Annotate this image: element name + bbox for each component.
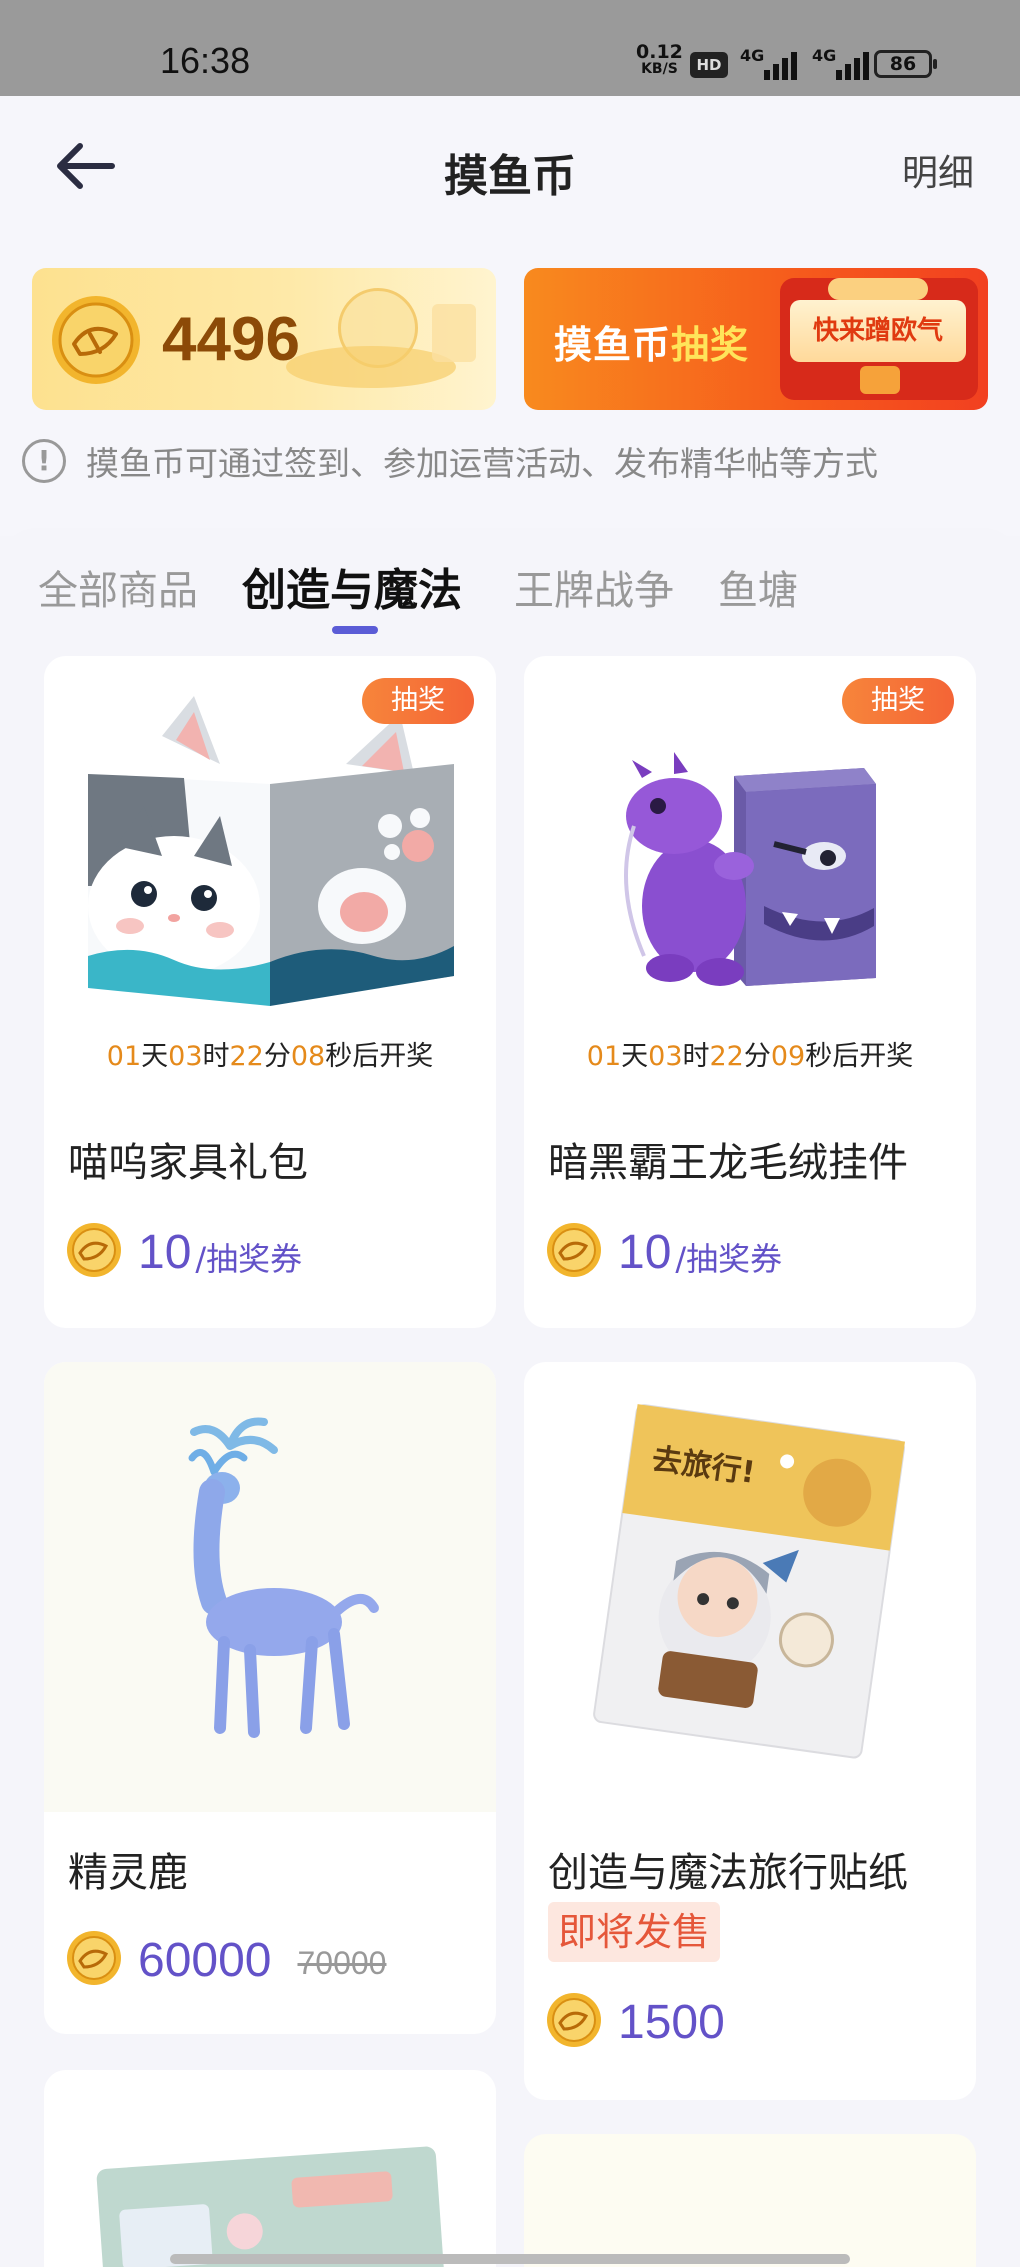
net-speed-value: 0.12 [636,41,683,63]
notice-bar: ! 摸鱼币可通过签到、参加运营活动、发布精华帖等方式 [22,436,878,486]
countdown-days: 01 [586,1041,622,1072]
product-price: 10 /抽奖券 [66,1222,302,1282]
product-price: 60000 70000 [66,1930,386,1990]
lottery-badge: 抽奖 [842,678,954,724]
countdown-suffix: 秒后开奖 [805,1041,914,1072]
countdown-hours: 03 [648,1041,683,1072]
tab-ace-war[interactable]: 王牌战争 [514,558,674,616]
countdown-days-unit: 天 [621,1041,649,1072]
tab-creation-magic[interactable]: 创造与魔法 [242,554,462,618]
lottery-banner-text: 摸鱼币抽奖 [554,314,749,369]
decoration [432,304,476,362]
product-image-partial [44,2070,496,2267]
lottery-text-highlight: 抽奖 [671,323,750,367]
countdown-hours-unit: 时 [682,1041,710,1072]
detail-link[interactable]: 明细 [902,144,974,196]
countdown-hours: 03 [168,1041,203,1072]
price-amount: 60000 [138,1933,272,1987]
price-unit: /抽奖券 [195,1240,303,1278]
price-unit: /抽奖券 [675,1240,783,1278]
countdown-minutes: 22 [229,1041,264,1072]
price-amount: 10 [618,1225,672,1279]
product-name: 喵呜家具礼包 [68,1140,308,1186]
product-card[interactable] [524,2134,976,2267]
product-card[interactable]: 去旅行! 创造与魔法旅行贴纸 即将发售 1500 [524,1362,976,2100]
countdown-minutes-unit: 分 [263,1041,291,1072]
lottery-box: 快来蹭欧气 [780,278,978,400]
coin-icon [546,1222,602,1282]
lottery-badge: 抽奖 [362,678,474,724]
original-price: 70000 [297,1944,387,1981]
coin-icon [546,1992,602,2052]
product-name: 精灵鹿 [68,1850,188,1896]
home-indicator[interactable] [170,2254,850,2264]
status-bar: 16:38 0.12 KB/S HD 4G 4G 86 [0,0,1020,96]
price-amount: 1500 [618,1995,725,2049]
lottery-text-main: 摸鱼币 [554,323,672,367]
lottery-countdown: 01天03时22分08秒后开奖 [44,1034,496,1073]
gift-icon [860,366,900,394]
coin-icon [66,1930,122,1990]
tab-all-products[interactable]: 全部商品 [38,558,198,616]
product-card[interactable]: 抽奖 01天03时22分08秒后开奖 喵呜家具礼包 10 /抽奖券 [44,656,496,1328]
decoration [286,346,456,388]
lottery-banner[interactable]: 摸鱼币抽奖 快来蹭欧气 [524,268,988,410]
coin-balance-amount: 4496 [162,305,300,374]
page-title: 摸鱼币 [444,151,576,202]
lottery-button[interactable]: 快来蹭欧气 [790,300,966,362]
countdown-suffix: 秒后开奖 [325,1041,434,1072]
tab-indicator [332,626,378,634]
countdown-days-unit: 天 [141,1041,169,1072]
countdown-minutes-unit: 分 [743,1041,771,1072]
product-price: 10 /抽奖券 [546,1222,782,1282]
lottery-countdown: 01天03时22分09秒后开奖 [524,1034,976,1073]
tab-fish-pond[interactable]: 鱼塘 [718,558,798,616]
net-speed: 0.12 KB/S [636,41,683,78]
coin-icon [50,294,142,390]
category-tabs: 全部商品 创造与魔法 王牌战争 鱼塘 [0,548,1020,638]
price-amount: 10 [138,1225,192,1279]
battery-icon: 86 [874,50,937,78]
product-name: 暗黑霸王龙毛绒挂件 [548,1140,908,1186]
net-speed-unit: KB/S [641,61,678,77]
countdown-minutes: 22 [709,1041,744,1072]
lottery-tag [828,278,928,300]
hd-icon: HD [690,52,728,78]
countdown-hours-unit: 时 [202,1041,230,1072]
product-price: 1500 [546,1992,725,2052]
coin-icon [66,1222,122,1282]
product-name: 创造与魔法旅行贴纸 [548,1850,908,1896]
product-card[interactable] [44,2070,496,2267]
status-time: 16:38 [160,40,251,81]
product-image-spirit-deer [44,1362,496,1812]
info-icon: ! [22,439,66,483]
coin-balance-card[interactable]: 4496 [32,268,496,410]
product-card[interactable]: 抽奖 01天03时22分09秒后开奖 暗黑霸王龙毛绒挂件 10 /抽奖券 [524,656,976,1328]
status-badge: 即将发售 [548,1902,721,1962]
product-image-travel-sticker: 去旅行! [524,1362,976,1812]
countdown-days: 01 [106,1041,142,1072]
countdown-seconds: 08 [290,1041,326,1072]
notice-text: 摸鱼币可通过签到、参加运营活动、发布精华帖等方式 [86,444,878,483]
countdown-seconds: 09 [770,1041,806,1072]
product-card[interactable]: 精灵鹿 60000 70000 [44,1362,496,2034]
